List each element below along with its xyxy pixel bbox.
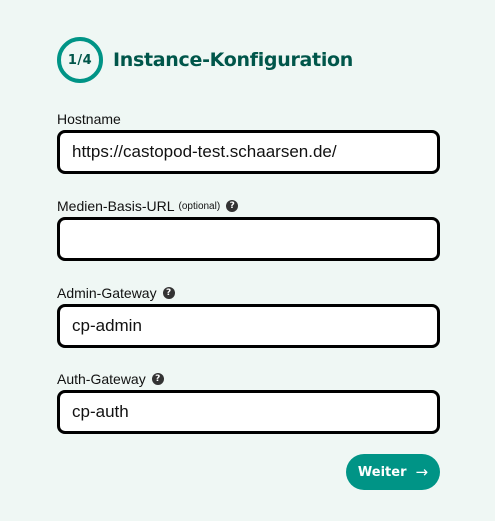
help-icon[interactable]: ? — [151, 373, 164, 385]
admin-gateway-field: Admin-Gateway ? — [57, 285, 440, 348]
admin-gateway-label: Admin-Gateway — [57, 285, 157, 301]
hostname-input[interactable] — [57, 130, 440, 174]
hostname-label: Hostname — [57, 111, 121, 127]
auth-gateway-input[interactable] — [57, 390, 440, 434]
step-indicator: 1/4 — [57, 37, 103, 83]
hostname-field: Hostname — [57, 111, 440, 174]
help-icon[interactable]: ? — [162, 287, 175, 299]
step-title: Instance-Konfiguration — [113, 49, 354, 75]
auth-gateway-field: Auth-Gateway ? — [57, 371, 440, 434]
media-base-url-label: Medien-Basis-URL — [57, 198, 175, 214]
optional-hint: (optional) — [178, 201, 221, 212]
next-button-label: Weiter — [357, 464, 407, 480]
setup-page: 1/4 Instance-Konfiguration Hostname Medi… — [0, 0, 495, 521]
auth-gateway-label: Auth-Gateway — [57, 371, 146, 387]
help-icon[interactable]: ? — [226, 200, 239, 212]
step-header: 1/4 Instance-Konfiguration — [57, 37, 353, 83]
media-base-url-input[interactable] — [57, 217, 440, 261]
next-button[interactable]: Weiter → — [346, 454, 440, 490]
admin-gateway-input[interactable] — [57, 304, 440, 348]
arrow-right-icon: → — [415, 463, 429, 481]
media-base-url-field: Medien-Basis-URL (optional) ? — [57, 198, 440, 261]
